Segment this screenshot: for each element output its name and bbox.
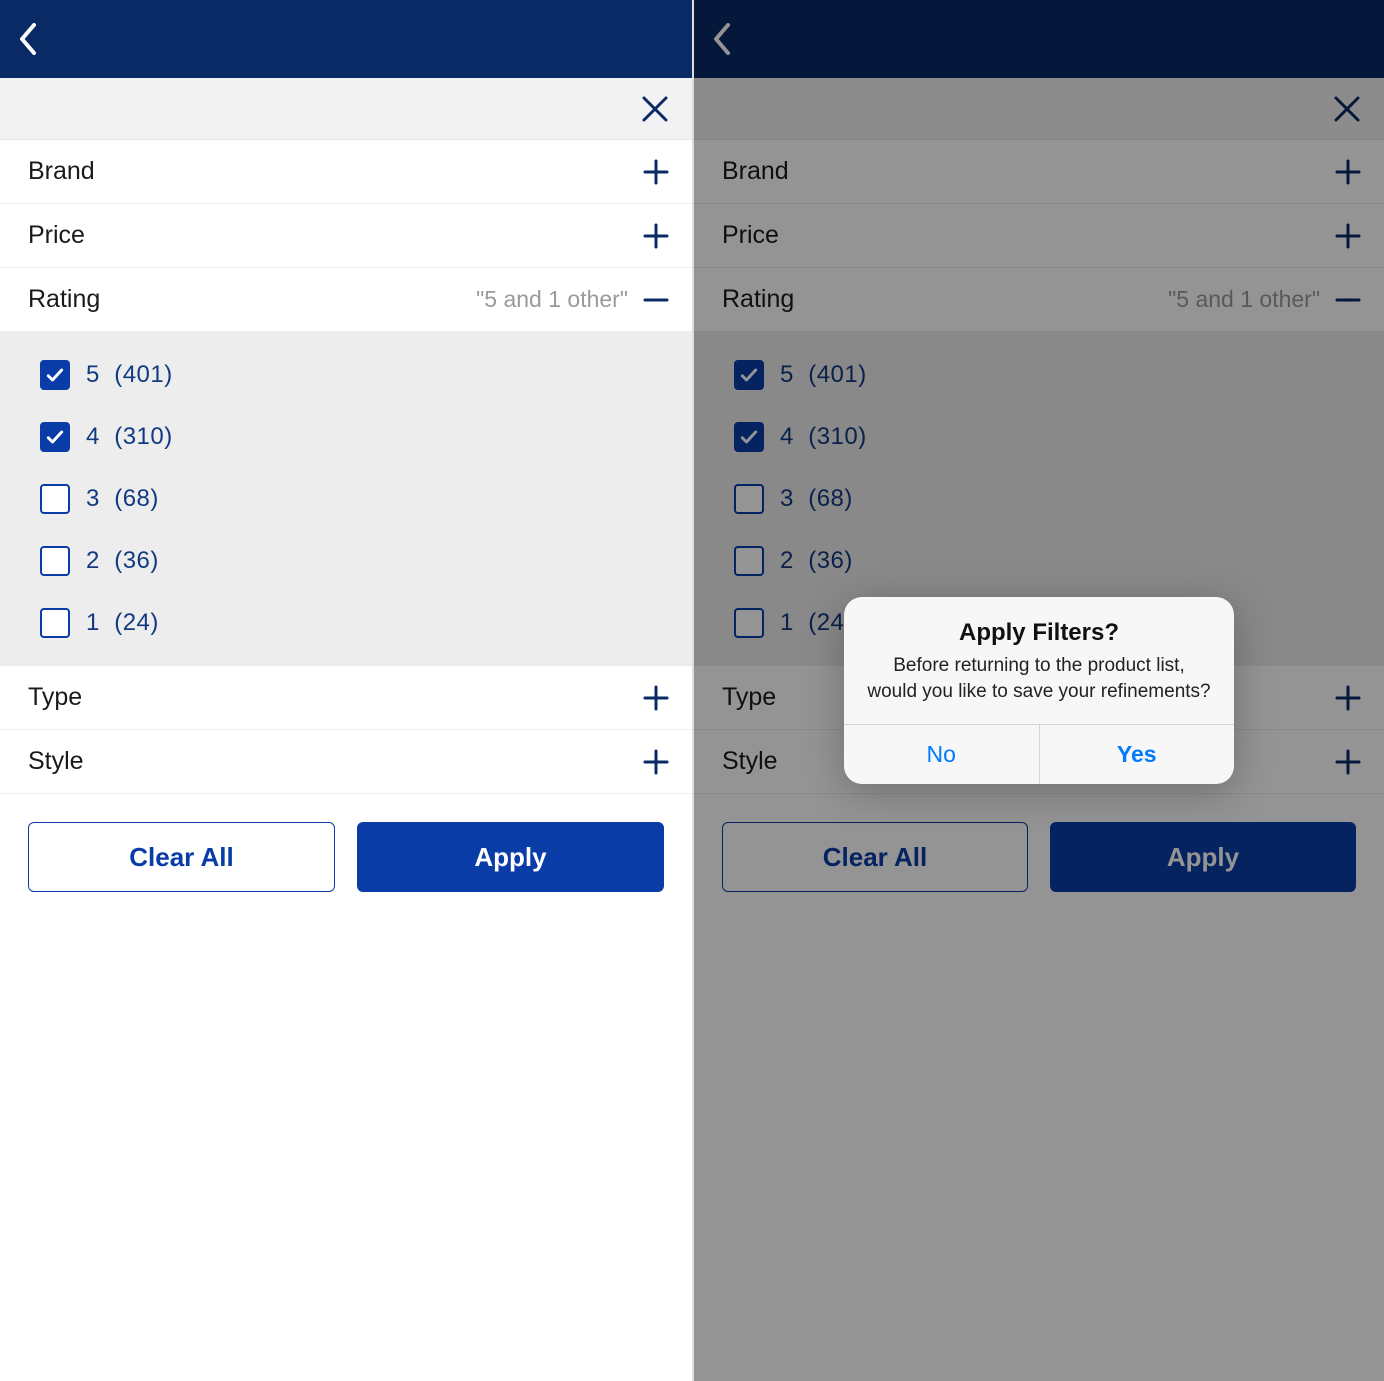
alert-yes-button[interactable]: Yes xyxy=(1039,725,1235,784)
rating-option-4[interactable]: 4 (310) xyxy=(0,406,692,468)
rating-option-5[interactable]: 5 (401) xyxy=(0,344,692,406)
checkbox-checked[interactable] xyxy=(40,422,70,452)
rating-option-1[interactable]: 1 (24) xyxy=(0,592,692,654)
rating-options: 5 (401) 4 (310) 3 (68) 2 (36) 1 (24) xyxy=(0,332,692,666)
clear-all-button[interactable]: Clear All xyxy=(28,822,335,892)
filter-row-rating[interactable]: Rating "5 and 1 other" xyxy=(0,268,692,332)
apply-filters-alert: Apply Filters? Before returning to the p… xyxy=(844,597,1234,784)
alert-no-button[interactable]: No xyxy=(844,725,1039,784)
filter-label: Brand xyxy=(28,157,95,186)
alert-message: Before returning to the product list, wo… xyxy=(866,653,1212,704)
rating-option-2[interactable]: 2 (36) xyxy=(0,530,692,592)
back-button[interactable] xyxy=(18,21,38,57)
option-label: 4 (310) xyxy=(86,423,173,451)
navbar xyxy=(0,0,692,78)
buttons-row: Clear All Apply xyxy=(0,794,692,920)
minus-icon xyxy=(642,286,670,314)
checkbox-unchecked[interactable] xyxy=(40,546,70,576)
rating-option-3[interactable]: 3 (68) xyxy=(0,468,692,530)
panel-right: Brand Price Rating "5 and 1 other" xyxy=(692,0,1384,1381)
filter-row-type[interactable]: Type xyxy=(0,666,692,730)
filter-row-style[interactable]: Style xyxy=(0,730,692,794)
modal-overlay: Apply Filters? Before returning to the p… xyxy=(694,0,1384,1381)
filter-label: Type xyxy=(28,683,82,712)
filter-row-brand[interactable]: Brand xyxy=(0,140,692,204)
plus-icon xyxy=(642,684,670,712)
alert-title: Apply Filters? xyxy=(866,619,1212,647)
option-label: 5 (401) xyxy=(86,361,173,389)
filter-label: Rating xyxy=(28,285,100,314)
filter-screen-left: Brand Price Rating "5 and 1 other" xyxy=(0,0,692,1381)
filter-row-price[interactable]: Price xyxy=(0,204,692,268)
option-label: 1 (24) xyxy=(86,609,159,637)
plus-icon xyxy=(642,748,670,776)
close-icon[interactable] xyxy=(640,94,670,124)
option-label: 3 (68) xyxy=(86,485,159,513)
checkbox-unchecked[interactable] xyxy=(40,484,70,514)
close-row xyxy=(0,78,692,140)
panel-left: Brand Price Rating "5 and 1 other" xyxy=(0,0,692,1381)
plus-icon xyxy=(642,222,670,250)
filter-label: Style xyxy=(28,747,84,776)
checkbox-checked[interactable] xyxy=(40,360,70,390)
filter-label: Price xyxy=(28,221,85,250)
checkbox-unchecked[interactable] xyxy=(40,608,70,638)
filter-summary: "5 and 1 other" xyxy=(476,286,628,313)
plus-icon xyxy=(642,158,670,186)
option-label: 2 (36) xyxy=(86,547,159,575)
apply-button[interactable]: Apply xyxy=(357,822,664,892)
